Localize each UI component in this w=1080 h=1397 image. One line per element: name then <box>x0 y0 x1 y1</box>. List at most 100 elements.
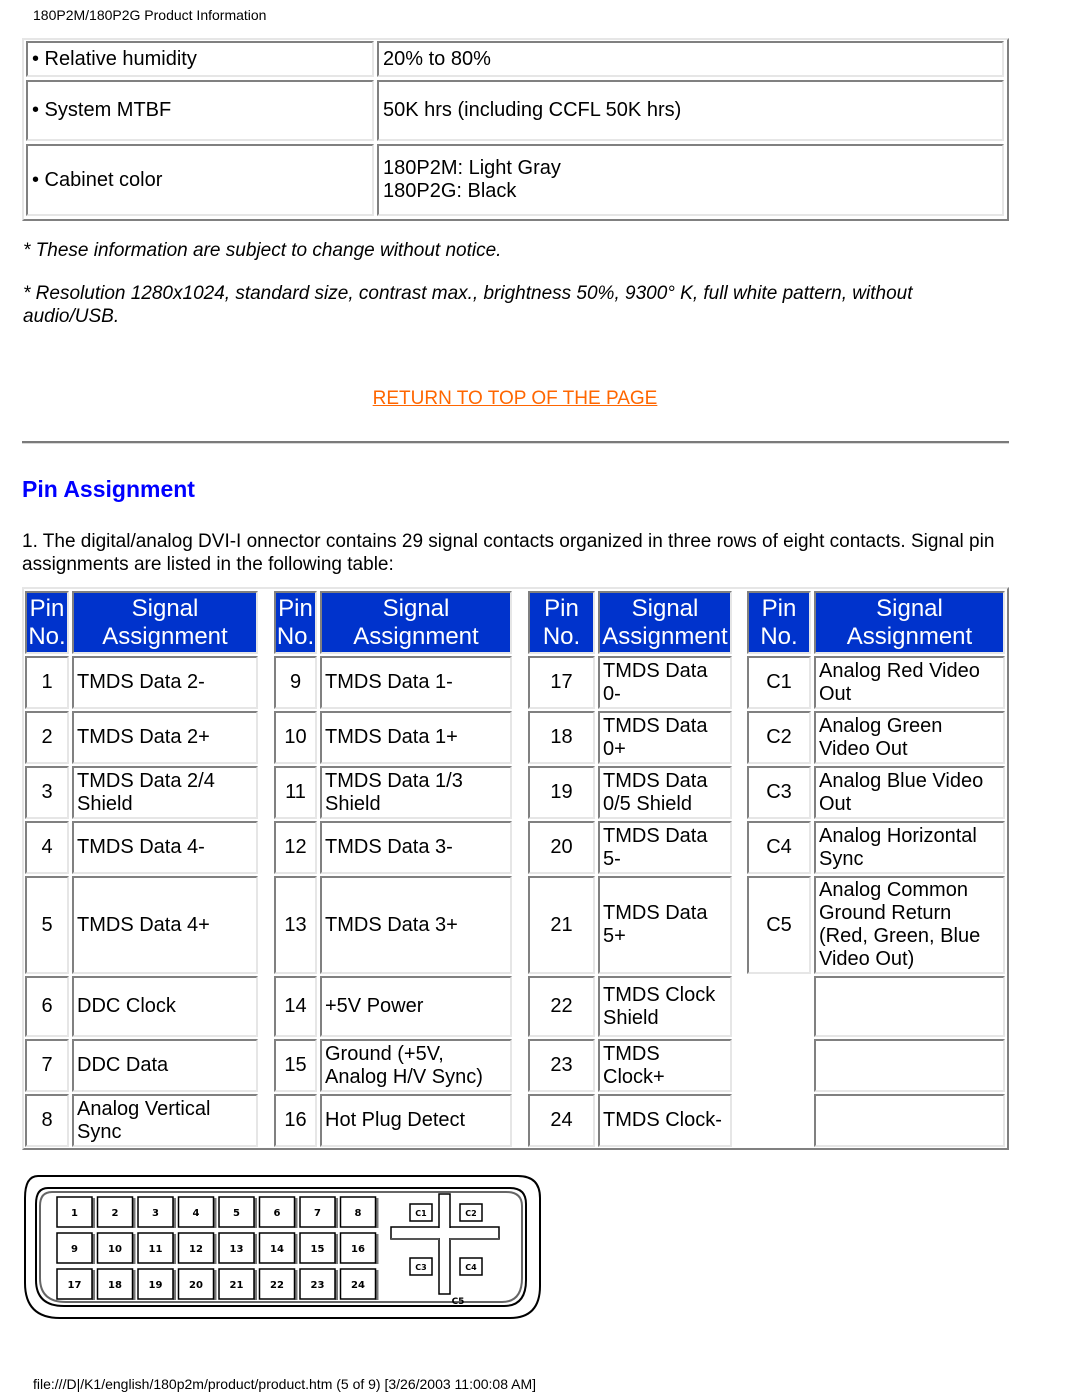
signal-cell-text: TMDS Data 4+ <box>77 913 210 936</box>
connector-pin-21: 21 <box>218 1268 257 1300</box>
signal-cell: Analog Blue Video Out <box>814 766 1005 819</box>
signal-cell: Analog Horizontal Sync <box>814 821 1005 874</box>
signal-cell-empty <box>814 1094 1005 1147</box>
pin-number-cell-text: 17 <box>550 671 573 693</box>
connector-pin-label: 23 <box>311 1280 325 1291</box>
header-signal-assignment: Signal Assignment <box>598 591 732 654</box>
spec-label-text: • Cabinet color <box>32 168 163 191</box>
connector-pin-C3: C3 <box>409 1257 433 1276</box>
connector-pin-13: 13 <box>218 1232 257 1264</box>
signal-cell-text: TMDS Data 1+ <box>325 726 458 748</box>
spec-label: • Relative humidity <box>26 41 374 77</box>
connector-pin-label: C3 <box>415 1263 426 1272</box>
pin-number-cell-text: 14 <box>284 995 307 1017</box>
pin-number-cell-text: C4 <box>766 836 792 858</box>
signal-cell: TMDS Data 3+ <box>320 876 512 974</box>
connector-pin-label: 22 <box>270 1280 284 1291</box>
spec-value-text: 20% to 80% <box>383 47 491 70</box>
signal-cell-text: +5V Power <box>325 995 424 1017</box>
pin-number-cell: 7 <box>25 1039 69 1092</box>
connector-pin-label: 19 <box>149 1280 163 1291</box>
pin-number-cell: C5 <box>747 876 811 974</box>
connector-pin-label: C1 <box>415 1209 427 1218</box>
connector-pin-label: 11 <box>149 1244 163 1255</box>
header-pin-no: Pin No. <box>25 591 69 654</box>
pin-number-cell: 9 <box>274 656 317 709</box>
pin-number-cell-text: C5 <box>766 913 792 936</box>
pin-number-cell: 8 <box>25 1094 69 1147</box>
pin-number-cell-text: 9 <box>289 671 302 693</box>
connector-pin-4: 4 <box>177 1196 217 1228</box>
signal-cell: Ground (+5V, Analog H/V Sync) <box>320 1039 512 1092</box>
connector-pin-C1: C1 <box>409 1203 433 1222</box>
pin-number-cell: 5 <box>25 876 69 974</box>
connector-pin-label: 10 <box>108 1244 122 1255</box>
header-signal-assignment-text: Signal Assignment <box>846 594 973 650</box>
intro-text: 1. The digital/analog DVI-I onnector con… <box>22 531 995 575</box>
connector-pin-label: 17 <box>68 1280 82 1291</box>
header-signal-assignment: Signal Assignment <box>320 591 512 654</box>
pin-number-cell: C4 <box>747 821 811 874</box>
spec-value-text: 180P2M: Light Gray 180P2G: Black <box>383 157 561 202</box>
connector-pin-label: 21 <box>230 1280 244 1291</box>
pin-number-cell: 18 <box>528 711 595 764</box>
pin-number-cell-text: 6 <box>41 995 53 1017</box>
pin-number-cell-text: 3 <box>41 781 53 803</box>
connector-pin-3: 3 <box>137 1196 176 1228</box>
pin-number-cell: 19 <box>528 766 595 819</box>
signal-cell-text: TMDS Data 2+ <box>77 726 210 748</box>
connector-pin-2: 2 <box>96 1196 136 1228</box>
signal-cell-empty <box>814 976 1005 1037</box>
signal-cell: DDC Clock <box>72 976 258 1037</box>
connector-pin-C2: C2 <box>459 1203 483 1222</box>
pin-number-cell-text: 4 <box>41 836 53 858</box>
connector-pin-label: 7 <box>314 1208 321 1219</box>
header-pin-no: Pin No. <box>528 591 595 654</box>
signal-cell-text: Ground (+5V, Analog H/V Sync) <box>325 1042 483 1088</box>
return-to-top-link[interactable]: RETURN TO TOP OF THE PAGE <box>373 388 658 409</box>
pin-number-cell: 20 <box>528 821 595 874</box>
pin-number-cell: C1 <box>747 656 811 709</box>
pin-number-cell-text: 16 <box>284 1109 307 1131</box>
pin-number-cell: 22 <box>528 976 595 1037</box>
signal-cell-text: Analog Common Ground Return (Red, Green,… <box>819 879 981 970</box>
signal-cell-text: TMDS Data 1- <box>325 671 453 693</box>
signal-cell: DDC Data <box>72 1039 258 1092</box>
header-pin-no-text: Pin No. <box>542 594 581 650</box>
signal-cell: TMDS Clock Shield <box>598 976 732 1037</box>
horizontal-rule <box>22 441 1009 444</box>
signal-cell-text: TMDS Data 2/4 Shield <box>77 769 215 815</box>
header-signal-assignment-text: Signal Assignment <box>353 594 479 650</box>
pin-number-cell: 14 <box>274 976 317 1037</box>
pin-number-cell-text: 2 <box>41 726 53 748</box>
pin-number-cell: 6 <box>25 976 69 1037</box>
signal-cell-text: DDC Clock <box>77 995 176 1017</box>
pin-number-cell-text: 20 <box>550 836 573 858</box>
signal-cell: TMDS Clock- <box>598 1094 732 1147</box>
connector-pin-label: 12 <box>189 1244 203 1255</box>
connector-pin-5: 5 <box>218 1196 257 1228</box>
connector-pin-label: 18 <box>108 1280 122 1291</box>
signal-cell: TMDS Data 5+ <box>598 876 732 974</box>
connector-pin-22: 22 <box>258 1268 298 1300</box>
connector-pin-label: 24 <box>351 1280 365 1291</box>
pin-number-cell: 24 <box>528 1094 595 1147</box>
signal-cell-text: Analog Red Video Out <box>819 659 980 705</box>
connector-pin-label: C4 <box>465 1263 477 1272</box>
return-to-top-container: RETURN TO TOP OF THE PAGE <box>0 388 1030 410</box>
connector-pin-label: 3 <box>152 1208 159 1219</box>
pin-number-cell-text: 5 <box>41 913 53 936</box>
connector-pin-12: 12 <box>177 1232 217 1264</box>
connector-pin-C4: C4 <box>459 1257 483 1276</box>
connector-pin-10: 10 <box>96 1232 136 1264</box>
page-header: 180P2M/180P2G Product Information <box>33 7 267 23</box>
signal-cell: TMDS Data 3- <box>320 821 512 874</box>
connector-pin-1: 1 <box>56 1196 95 1228</box>
connector-pin-C5: C5 <box>452 1297 465 1307</box>
pin-number-cell-text: 7 <box>41 1054 53 1076</box>
section-title: Pin Assignment <box>22 476 195 502</box>
signal-cell: TMDS Data 4+ <box>72 876 258 974</box>
connector-pin-15: 15 <box>299 1232 338 1264</box>
pin-number-cell-text: 13 <box>284 913 307 936</box>
spec-label-text: • Relative humidity <box>32 47 197 70</box>
